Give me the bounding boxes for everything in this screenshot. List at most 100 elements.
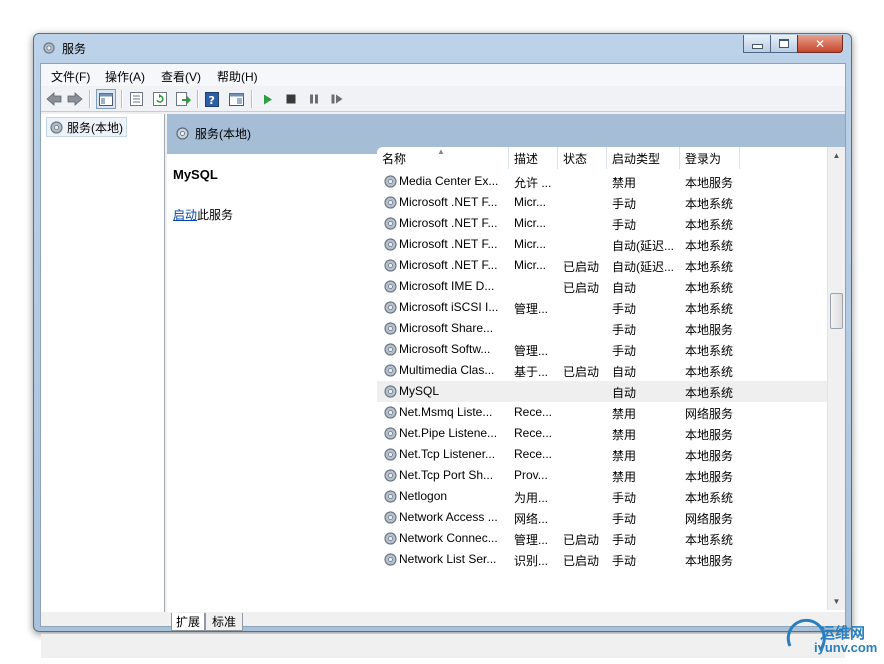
stop-service-button[interactable] [282,90,300,108]
service-logon-as: 本地服务 [685,554,734,568]
gear-icon [384,553,397,566]
scroll-up-arrow-icon[interactable]: ▲ [828,147,845,164]
svg-text:?: ? [209,94,215,107]
table-row[interactable]: Microsoft .NET F... Micr... 自动(延迟... 本地系统 [377,234,827,255]
column-header-logon-as[interactable]: 登录为 [680,147,740,169]
service-description: Micr... [514,258,546,272]
column-header-startup-type[interactable]: 启动类型 [607,147,680,169]
toolbar-separator [89,90,91,108]
service-logon-as: 本地系统 [685,533,734,547]
console-button[interactable] [227,90,245,108]
service-name: Net.Pipe Listene... [399,426,498,440]
resume-service-button[interactable] [328,90,346,108]
service-description: Rece... [514,426,553,440]
scroll-down-arrow-icon[interactable]: ▼ [828,593,845,610]
selected-service-name: MySQL [173,167,218,182]
properties-button[interactable] [127,90,145,108]
help-button[interactable]: ? [203,90,221,108]
menu-action[interactable]: 操作(A) [105,68,145,85]
tab-extended[interactable]: 扩展 [171,613,205,631]
service-name: Microsoft .NET F... [399,216,498,230]
table-row[interactable]: Microsoft .NET F... Micr... 手动 本地系统 [377,213,827,234]
service-description: Micr... [514,195,546,209]
refresh-button[interactable] [151,90,169,108]
start-service-link[interactable]: 启动 [173,208,197,222]
menu-view[interactable]: 查看(V) [161,68,201,85]
gear-icon [384,343,397,356]
service-name: Net.Tcp Port Sh... [399,468,494,482]
service-startup-type: 禁用 [612,428,637,442]
table-row[interactable]: Microsoft Share... 手动 本地服务 [377,318,827,339]
table-row[interactable]: Network Access ... 网络... 手动 网络服务 [377,507,827,528]
menu-help[interactable]: 帮助(H) [217,68,258,85]
client-area: 文件(F) 操作(A) 查看(V) 帮助(H) ? 服务(本地) 服务(本地) … [40,63,846,658]
details-header-title: 服务(本地) [175,125,251,142]
table-row[interactable]: Net.Pipe Listene... Rece... 禁用 本地服务 [377,423,827,444]
gear-icon [384,238,397,251]
service-name: Microsoft Share... [399,321,494,335]
table-row[interactable]: Microsoft .NET F... Micr... 已启动 自动(延迟... 本地系… [377,255,827,276]
gear-icon [384,427,397,440]
back-button[interactable] [45,90,63,108]
back-arrow-icon [46,92,62,106]
table-row[interactable]: Microsoft Softw... 管理... 手动 本地系统 [377,339,827,360]
column-header-status[interactable]: 状态 [558,147,607,169]
table-row[interactable]: Network List Ser... 识别... 已启动 手动 本地服务 [377,549,827,570]
tab-standard[interactable]: 标准 [205,613,243,631]
watermark: 运维网 iyunv.com [784,616,880,660]
forward-button[interactable] [66,90,84,108]
table-row[interactable]: Multimedia Clas... 基于... 已启动 自动 本地系统 [377,360,827,381]
column-header-label: 状态 [563,151,588,166]
details-pane: 服务(本地) MySQL 启动此服务 ▲ 名称 描述 状态 启动类型 登录为 M… [167,114,845,612]
maximize-button[interactable] [770,35,798,53]
service-logon-as: 本地系统 [685,365,734,379]
tree-pane: 服务(本地) [41,114,165,612]
tree-item-services-local[interactable]: 服务(本地) [46,117,127,137]
column-header-name[interactable]: ▲ 名称 [377,147,509,169]
service-name: Media Center Ex... [399,174,499,188]
table-row[interactable]: Net.Msmq Liste... Rece... 禁用 网络服务 [377,402,827,423]
table-row[interactable]: Network Connec... 管理... 已启动 手动 本地系统 [377,528,827,549]
title-bar[interactable]: 服务 ✕ [34,34,851,62]
gear-icon [384,406,397,419]
table-row[interactable]: Microsoft IME D... 已启动 自动 本地系统 [377,276,827,297]
close-button[interactable]: ✕ [797,35,843,53]
minimize-button[interactable] [743,35,771,53]
vertical-scrollbar[interactable]: ▲ ▼ [827,147,845,610]
service-startup-type: 手动 [612,197,637,211]
service-logon-as: 本地服务 [685,323,734,337]
column-header-description[interactable]: 描述 [509,147,558,169]
service-status: 已启动 [563,281,600,295]
service-name: Microsoft Softw... [399,342,491,356]
table-row[interactable]: Microsoft iSCSI I... 管理... 手动 本地系统 [377,297,827,318]
pause-service-button[interactable] [305,90,323,108]
table-row[interactable]: Net.Tcp Listener... Rece... 禁用 本地服务 [377,444,827,465]
service-description: Micr... [514,216,546,230]
forward-arrow-icon [67,92,83,106]
service-description: 管理... [514,344,549,358]
menu-file[interactable]: 文件(F) [51,68,90,85]
export-button[interactable] [174,90,192,108]
toolbar: ? [41,87,845,112]
service-status: 已启动 [563,260,600,274]
table-row[interactable]: Media Center Ex... 允许 ... 禁用 本地服务 [377,171,827,192]
service-logon-as: 本地系统 [685,491,734,505]
table-row[interactable]: Net.Tcp Port Sh... Prov... 禁用 本地服务 [377,465,827,486]
status-bar [41,633,845,658]
start-service-button[interactable] [259,90,277,108]
gear-icon [384,322,397,335]
service-startup-type: 手动 [612,344,637,358]
table-row[interactable]: MySQL 自动 本地系统 [377,381,827,402]
help-icon: ? [205,91,219,107]
gear-icon [384,448,397,461]
show-tree-button[interactable] [96,89,116,109]
service-logon-as: 本地系统 [685,218,734,232]
service-logon-as: 网络服务 [685,407,734,421]
scrollbar-thumb[interactable] [830,293,843,329]
table-row[interactable]: Microsoft .NET F... Micr... 手动 本地系统 [377,192,827,213]
table-row[interactable]: Netlogon 为用... 手动 本地系统 [377,486,827,507]
maximize-icon [779,39,789,48]
toolbar-separator [197,90,199,108]
service-logon-as: 本地系统 [685,344,734,358]
service-description: 允许 ... [514,176,552,190]
